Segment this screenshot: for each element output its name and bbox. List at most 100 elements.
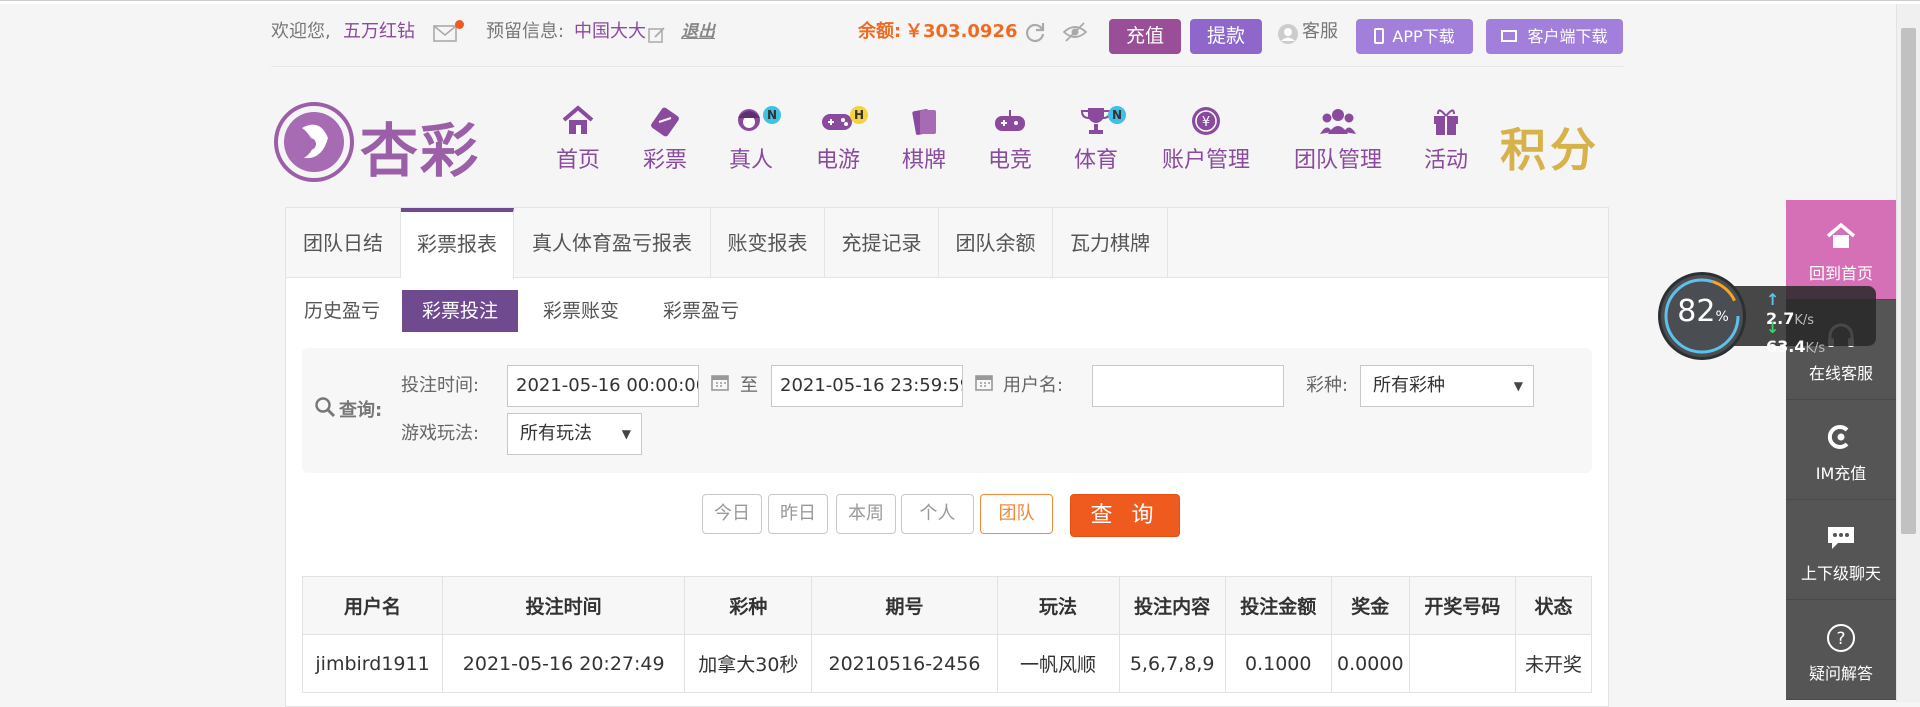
col-prize: 奖金: [1330, 576, 1410, 635]
client-download-button[interactable]: 客户端下载: [1486, 19, 1623, 54]
memory-percent: 82%: [1668, 294, 1738, 329]
subtab-history-pnl[interactable]: 历史盈亏: [302, 290, 382, 332]
tab-deposit-withdraw[interactable]: 充提记录: [825, 208, 939, 278]
monitor-icon: [1501, 30, 1518, 42]
download-value: 63.4: [1766, 337, 1806, 356]
tab-lottery-report[interactable]: 彩票报表: [401, 208, 514, 279]
calendar-icon[interactable]: [710, 372, 730, 397]
welcome-text: 欢迎您,: [271, 21, 331, 42]
subtab-lottery-changes[interactable]: 彩票账变: [526, 290, 636, 332]
col-play: 玩法: [996, 576, 1120, 635]
nav-lottery[interactable]: 彩票: [615, 104, 715, 178]
nav-sports-label: 体育: [1073, 148, 1118, 173]
app-download-label: APP下载: [1392, 27, 1455, 46]
subtab-lottery-bets[interactable]: 彩票投注: [402, 290, 518, 332]
side-chat[interactable]: 上下级聊天: [1786, 500, 1896, 600]
lottery-type-select[interactable]: 所有彩种 ▼: [1360, 365, 1534, 407]
up-arrow-icon: ↑: [1766, 290, 1780, 309]
gamepad-icon: H: [788, 104, 888, 144]
scrollbar-thumb[interactable]: [1901, 28, 1916, 534]
tab-account-change[interactable]: 账变报表: [711, 208, 825, 278]
nav-home[interactable]: 首页: [528, 104, 628, 178]
withdraw-button[interactable]: 提款: [1190, 19, 1262, 54]
nav-activity[interactable]: 活动: [1396, 104, 1496, 178]
play-type-select[interactable]: 所有玩法 ▼: [507, 413, 642, 455]
hide-balance-icon[interactable]: [1062, 20, 1088, 44]
side-faq[interactable]: ? 疑问解答: [1786, 600, 1896, 700]
col-bet-time: 投注时间: [442, 576, 686, 635]
lottery-type-value: 所有彩种: [1373, 375, 1445, 396]
logo-text: 杏彩: [360, 117, 481, 185]
side-faq-label: 疑问解答: [1808, 664, 1873, 683]
nav-live[interactable]: N 真人: [701, 104, 801, 178]
top-info-bar: 欢迎您, 五万红钻 预留信息: 中国大大 退出 余额: ￥303.0926 充值…: [271, 14, 1623, 54]
yesterday-button[interactable]: 昨日: [768, 494, 828, 534]
logout-link[interactable]: 退出: [681, 14, 715, 50]
svg-text:?: ?: [1836, 629, 1845, 649]
play-type-value: 所有玩法: [520, 423, 592, 444]
tab-team-balance[interactable]: 团队余额: [939, 208, 1053, 278]
team-button[interactable]: 团队: [980, 494, 1053, 534]
page-scrollbar[interactable]: [1896, 4, 1920, 702]
end-time-input[interactable]: 2021-05-16 23:59:59: [771, 365, 963, 407]
balance-value: ￥303.0926: [905, 21, 1018, 42]
home-icon: [528, 104, 628, 144]
nav-account[interactable]: ¥ 账户管理: [1156, 104, 1256, 178]
nav-lottery-label: 彩票: [642, 148, 687, 173]
home-icon: [1786, 200, 1896, 260]
network-speed-widget[interactable]: 82% ↑ 2.7K/s ↓ 63.4K/s: [1658, 272, 1876, 360]
nav-esports[interactable]: 电竞: [960, 104, 1060, 178]
gift-icon: [1396, 104, 1496, 144]
side-online-service-label: 在线客服: [1808, 364, 1873, 383]
refresh-icon[interactable]: [1023, 20, 1047, 44]
mail-icon[interactable]: [432, 18, 464, 46]
col-bet-amount: 投注金额: [1224, 576, 1332, 635]
site-logo[interactable]: 杏彩: [272, 98, 480, 186]
subtab-lottery-pnl[interactable]: 彩票盈亏: [646, 290, 756, 332]
nav-account-label: 账户管理: [1161, 148, 1250, 173]
nav-slots[interactable]: H 电游: [788, 104, 888, 178]
personal-button[interactable]: 个人: [901, 494, 974, 534]
service-avatar-icon[interactable]: [1277, 22, 1299, 44]
tab-live-sports-report[interactable]: 真人体育盈亏报表: [514, 208, 711, 278]
download-unit: K/s: [1805, 341, 1826, 356]
cell-bet-amount: 0.1000: [1224, 634, 1332, 693]
chat-bubble-icon: [1786, 500, 1896, 560]
esports-icon: [960, 104, 1060, 144]
service-link[interactable]: 客服: [1302, 14, 1338, 50]
dropdown-arrow-icon: ▼: [621, 427, 631, 441]
yen-coin-icon: ¥: [1156, 104, 1256, 144]
new-badge: N: [763, 106, 781, 124]
nav-chess[interactable]: 棋牌: [874, 104, 974, 178]
points-logo[interactable]: 积分: [1500, 114, 1600, 180]
nav-sports[interactable]: N 体育: [1046, 104, 1146, 178]
cell-play: 一帆风顺: [996, 634, 1120, 693]
unread-dot: [455, 20, 464, 29]
team-icon: [1288, 104, 1388, 144]
col-status: 状态: [1514, 576, 1593, 635]
tab-wali-chess[interactable]: 瓦力棋牌: [1053, 208, 1168, 278]
recharge-button[interactable]: 充值: [1109, 19, 1181, 54]
start-time-input[interactable]: 2021-05-16 00:00:00: [507, 365, 699, 407]
nav-team[interactable]: 团队管理: [1288, 104, 1388, 178]
nav-home-label: 首页: [555, 148, 600, 173]
query-label: 查询:: [339, 400, 383, 421]
header-divider: [271, 66, 1623, 67]
new-badge: N: [1108, 106, 1126, 124]
username-input[interactable]: [1092, 365, 1284, 407]
side-im-recharge[interactable]: IM充值: [1786, 400, 1896, 500]
trophy-icon: N: [1046, 104, 1146, 144]
hot-badge: H: [850, 106, 868, 124]
today-button[interactable]: 今日: [702, 494, 762, 534]
tab-team-daily[interactable]: 团队日结: [286, 208, 401, 278]
this-week-button[interactable]: 本周: [836, 494, 896, 534]
username-link[interactable]: 五万红钻: [343, 14, 415, 50]
calendar-icon[interactable]: [974, 372, 994, 397]
search-button[interactable]: 查 询: [1070, 494, 1180, 537]
report-panel: 团队日结 彩票报表 真人体育盈亏报表 账变报表 充提记录 团队余额 瓦力棋牌 历…: [285, 207, 1609, 707]
edit-icon[interactable]: [647, 22, 667, 43]
app-download-button[interactable]: APP下载: [1356, 19, 1473, 54]
cell-winning-number: [1408, 634, 1516, 693]
nav-live-label: 真人: [728, 148, 773, 173]
phone-icon: [1374, 28, 1385, 44]
